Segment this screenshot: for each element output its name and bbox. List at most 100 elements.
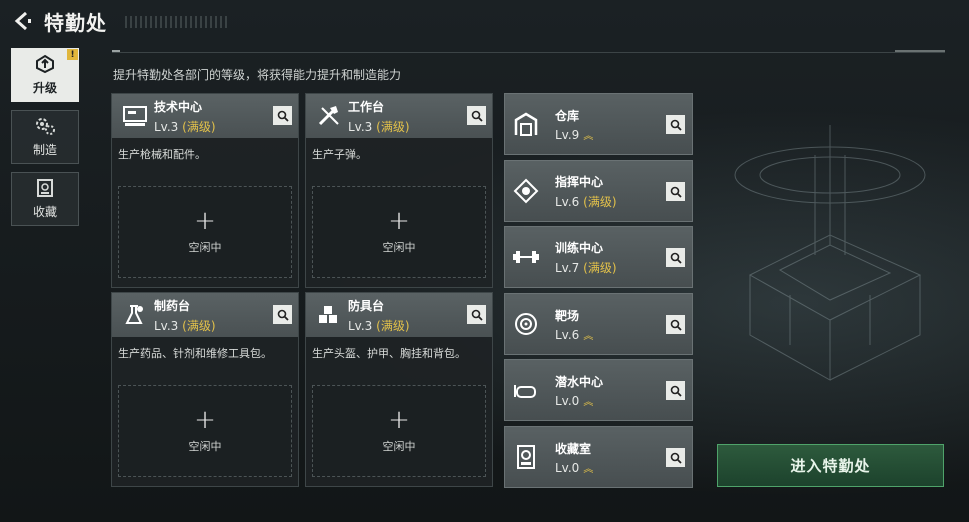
card-header: 防具台 Lv.3 (满级) bbox=[306, 293, 492, 337]
maxed-tag: (满级) bbox=[583, 194, 617, 209]
department-level: Lv.3 bbox=[154, 119, 179, 134]
search-icon bbox=[670, 319, 682, 331]
tab-label: 收藏 bbox=[32, 205, 57, 219]
facility-name: 指挥中心 bbox=[555, 174, 604, 189]
search-icon bbox=[670, 119, 682, 131]
tab-craft[interactable]: 制造 bbox=[11, 110, 79, 164]
diving-center-icon bbox=[511, 375, 541, 405]
shooting-range-icon bbox=[511, 309, 541, 339]
facility-level: Lv.6 bbox=[555, 327, 580, 342]
facility-level: Lv.9 bbox=[555, 127, 580, 142]
department-desc: 生产枪械和配件。 bbox=[118, 148, 206, 161]
back-button[interactable] bbox=[10, 9, 34, 33]
search-icon bbox=[471, 309, 483, 321]
tech-center-icon bbox=[116, 96, 154, 136]
facility-level: Lv.6 bbox=[555, 194, 580, 209]
plus-icon: + bbox=[388, 206, 410, 236]
upgrade-arrow-icon: ︽ bbox=[583, 396, 594, 408]
department-name: 防具台 bbox=[348, 298, 385, 313]
upgrade-arrow-icon: ︽ bbox=[583, 330, 594, 342]
maxed-tag: (满级) bbox=[376, 119, 410, 134]
details-button[interactable] bbox=[273, 106, 292, 125]
facility-card-diving-center[interactable]: 潜水中心 Lv.0 ︽ bbox=[504, 359, 693, 421]
department-name: 制药台 bbox=[154, 298, 191, 313]
details-button[interactable] bbox=[666, 315, 685, 334]
maxed-tag: (满级) bbox=[182, 119, 216, 134]
back-arrow-icon bbox=[14, 11, 31, 31]
tab-upgrade[interactable]: ! 升级 bbox=[11, 48, 79, 102]
details-button[interactable] bbox=[467, 106, 486, 125]
details-button[interactable] bbox=[666, 448, 685, 467]
facility-card-collection-room[interactable]: 收藏室 Lv.0 ︽ bbox=[504, 426, 693, 488]
collection-icon bbox=[37, 179, 53, 197]
facility-card-shooting-range[interactable]: 靶场 Lv.6 ︽ bbox=[504, 293, 693, 355]
slot-status: 空闲中 bbox=[188, 241, 222, 254]
search-icon bbox=[670, 252, 682, 264]
search-icon bbox=[471, 110, 483, 122]
card-header: 制药台 Lv.3 (满级) bbox=[112, 293, 298, 337]
search-icon bbox=[670, 186, 682, 198]
gears-icon bbox=[36, 118, 55, 135]
slot-status: 空闲中 bbox=[188, 440, 222, 453]
collection-room-icon bbox=[511, 442, 541, 472]
plus-icon: + bbox=[194, 206, 216, 236]
warehouse-icon bbox=[511, 109, 541, 139]
pharmacy-icon bbox=[116, 295, 154, 335]
facility-name: 收藏室 bbox=[555, 441, 592, 456]
details-button[interactable] bbox=[273, 305, 292, 324]
enter-special-ops-button[interactable]: 进入特勤处 bbox=[717, 444, 944, 487]
facility-name: 靶场 bbox=[555, 308, 580, 323]
facility-card-warehouse[interactable]: 仓库 Lv.9 ︽ bbox=[504, 93, 693, 155]
production-slot[interactable]: + 空闲中 bbox=[312, 385, 486, 477]
plus-icon: + bbox=[388, 405, 410, 435]
card-header: 工作台 Lv.3 (满级) bbox=[306, 94, 492, 138]
header-hatch-decoration bbox=[125, 16, 230, 28]
department-desc: 生产子弹。 bbox=[312, 148, 367, 161]
upgrade-arrow-icon: ︽ bbox=[583, 463, 594, 475]
details-button[interactable] bbox=[666, 182, 685, 201]
tab-label: 制造 bbox=[32, 143, 57, 157]
notification-badge: ! bbox=[67, 49, 78, 60]
search-icon bbox=[670, 452, 682, 464]
tab-collection[interactable]: 收藏 bbox=[11, 172, 79, 226]
facility-card-training-center[interactable]: 训练中心 Lv.7 (满级) bbox=[504, 226, 693, 288]
details-button[interactable] bbox=[666, 381, 685, 400]
production-slot[interactable]: + 空闲中 bbox=[312, 186, 486, 278]
details-button[interactable] bbox=[666, 248, 685, 267]
facility-level: Lv.0 bbox=[555, 393, 580, 408]
upgrade-icon bbox=[36, 54, 54, 74]
maxed-tag: (满级) bbox=[182, 318, 216, 333]
details-button[interactable] bbox=[467, 305, 486, 324]
upgrade-arrow-icon: ︽ bbox=[583, 130, 594, 142]
search-icon bbox=[670, 385, 682, 397]
facility-level: Lv.0 bbox=[555, 460, 580, 475]
slot-status: 空闲中 bbox=[382, 440, 416, 453]
department-level: Lv.3 bbox=[348, 119, 373, 134]
department-card-pharmacy[interactable]: 制药台 Lv.3 (满级) 生产药品、针剂和维修工具包。 + 空闲中 bbox=[111, 292, 299, 487]
department-name: 技术中心 bbox=[154, 99, 203, 114]
production-slot[interactable]: + 空闲中 bbox=[118, 385, 292, 477]
department-card-tech-center[interactable]: 技术中心 Lv.3 (满级) 生产枪械和配件。 + 空闲中 bbox=[111, 93, 299, 288]
facility-name: 训练中心 bbox=[555, 240, 604, 255]
armor-bench-icon bbox=[310, 295, 348, 335]
production-slot[interactable]: + 空闲中 bbox=[118, 186, 292, 278]
training-center-icon bbox=[511, 242, 541, 272]
card-header: 技术中心 Lv.3 (满级) bbox=[112, 94, 298, 138]
department-card-workbench[interactable]: 工作台 Lv.3 (满级) 生产子弹。 + 空闲中 bbox=[305, 93, 493, 288]
department-name: 工作台 bbox=[348, 99, 385, 114]
workbench-icon bbox=[310, 96, 348, 136]
facility-name: 仓库 bbox=[555, 108, 580, 123]
department-card-armor-bench[interactable]: 防具台 Lv.3 (满级) 生产头盔、护甲、胸挂和背包。 + 空闲中 bbox=[305, 292, 493, 487]
department-level: Lv.3 bbox=[154, 318, 179, 333]
department-desc: 生产头盔、护甲、胸挂和背包。 bbox=[312, 347, 466, 360]
top-divider bbox=[112, 50, 945, 53]
slot-status: 空闲中 bbox=[382, 241, 416, 254]
department-level: Lv.3 bbox=[348, 318, 373, 333]
facility-name: 潜水中心 bbox=[555, 374, 604, 389]
facility-card-command-center[interactable]: 指挥中心 Lv.6 (满级) bbox=[504, 160, 693, 222]
department-desc: 生产药品、针剂和维修工具包。 bbox=[118, 347, 272, 360]
maxed-tag: (满级) bbox=[376, 318, 410, 333]
details-button[interactable] bbox=[666, 115, 685, 134]
maxed-tag: (满级) bbox=[583, 260, 617, 275]
building-wireframe-decoration bbox=[734, 125, 926, 381]
